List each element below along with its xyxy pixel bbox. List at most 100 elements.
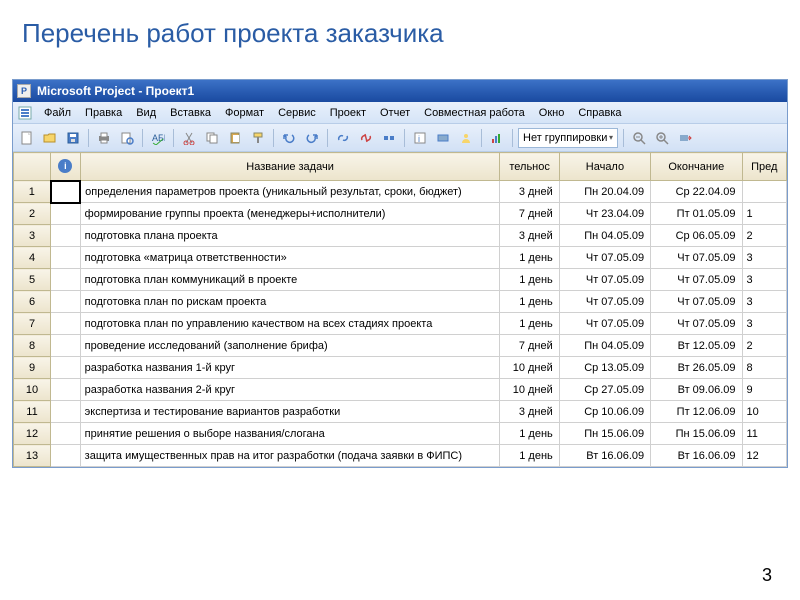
cell-start[interactable]: Пн 15.06.09 (559, 423, 650, 445)
cell-end[interactable]: Чт 07.05.09 (651, 313, 742, 335)
table-row[interactable]: 2 формирование группы проекта (менеджеры+… (14, 203, 787, 225)
print-icon[interactable] (94, 128, 114, 148)
menu-insert[interactable]: Вставка (163, 105, 218, 121)
cell-name[interactable]: подготовка план коммуникаций в проекте (80, 269, 500, 291)
col-header-end[interactable]: Окончание (651, 153, 742, 181)
table-row[interactable]: 3 подготовка плана проекта3 днейПн 04.05.… (14, 225, 787, 247)
cell-start[interactable]: Пн 20.04.09 (559, 181, 650, 203)
unlink-icon[interactable] (356, 128, 376, 148)
cell-pred[interactable]: 1 (742, 203, 787, 225)
task-grid[interactable]: i Название задачи тельнос Начало Окончан… (13, 152, 787, 467)
cell-name[interactable]: подготовка «матрица ответственности» (80, 247, 500, 269)
cell-name[interactable]: разработка названия 1-й круг (80, 357, 500, 379)
table-row[interactable]: 6подготовка план по рискам проекта1 день… (14, 291, 787, 313)
cell-name[interactable]: подготовка план по рискам проекта (80, 291, 500, 313)
resource-icon[interactable] (456, 128, 476, 148)
row-number[interactable]: 12 (14, 423, 51, 445)
cell-duration[interactable]: 1 день (500, 269, 559, 291)
cell-start[interactable]: Чт 07.05.09 (559, 291, 650, 313)
goto-task-icon[interactable] (675, 128, 695, 148)
cell-start[interactable]: Чт 07.05.09 (559, 313, 650, 335)
cell-end[interactable]: Чт 07.05.09 (651, 291, 742, 313)
undo-icon[interactable] (279, 128, 299, 148)
cell-pred[interactable]: 3 (742, 313, 787, 335)
cell-name[interactable]: экспертиза и тестирование вариантов разр… (80, 401, 500, 423)
row-number[interactable]: 8 (14, 335, 51, 357)
cell-pred[interactable]: 9 (742, 379, 787, 401)
row-number[interactable]: 10 (14, 379, 51, 401)
cell-end[interactable]: Вт 12.05.09 (651, 335, 742, 357)
col-header-duration[interactable]: тельнос (500, 153, 559, 181)
cell-info[interactable] (51, 291, 81, 313)
cell-name[interactable]: защита имущественных прав на итог разраб… (80, 445, 500, 467)
table-row[interactable]: 13 защита имущественных прав на итог разр… (14, 445, 787, 467)
cell-end[interactable]: Пн 15.06.09 (651, 423, 742, 445)
grouping-dropdown[interactable]: Нет группировки ▾ (518, 128, 618, 148)
menu-window[interactable]: Окно (532, 105, 572, 121)
cell-start[interactable]: Пн 04.05.09 (559, 225, 650, 247)
cell-info[interactable] (51, 225, 81, 247)
cell-name[interactable]: проведение исследований (заполнение бриф… (80, 335, 500, 357)
print-preview-icon[interactable] (117, 128, 137, 148)
cell-start[interactable]: Чт 23.04.09 (559, 203, 650, 225)
col-header-rownum[interactable] (14, 153, 51, 181)
cell-name[interactable]: разработка названия 2-й круг (80, 379, 500, 401)
cell-name[interactable]: подготовка плана проекта (80, 225, 500, 247)
row-number[interactable]: 6 (14, 291, 51, 313)
cell-start[interactable]: Чт 07.05.09 (559, 247, 650, 269)
col-header-pred[interactable]: Пред (742, 153, 787, 181)
cell-duration[interactable]: 3 дней (500, 225, 559, 247)
cell-duration[interactable]: 7 дней (500, 203, 559, 225)
cell-pred[interactable]: 3 (742, 247, 787, 269)
new-icon[interactable] (17, 128, 37, 148)
cell-pred[interactable]: 2 (742, 335, 787, 357)
row-number[interactable]: 13 (14, 445, 51, 467)
cell-start[interactable]: Вт 16.06.09 (559, 445, 650, 467)
cell-info[interactable] (51, 379, 81, 401)
cell-name[interactable]: формирование группы проекта (менеджеры+и… (80, 203, 500, 225)
system-menu-icon[interactable] (17, 105, 33, 121)
cell-end[interactable]: Чт 07.05.09 (651, 247, 742, 269)
row-number[interactable]: 1 (14, 181, 51, 203)
cell-start[interactable]: Ср 27.05.09 (559, 379, 650, 401)
menu-help[interactable]: Справка (571, 105, 628, 121)
cell-pred[interactable]: 10 (742, 401, 787, 423)
table-row[interactable]: 8 проведение исследований (заполнение бри… (14, 335, 787, 357)
cell-name[interactable]: определения параметров проекта (уникальн… (80, 181, 500, 203)
row-number[interactable]: 3 (14, 225, 51, 247)
cell-start[interactable]: Пн 04.05.09 (559, 335, 650, 357)
menu-format[interactable]: Формат (218, 105, 271, 121)
format-painter-icon[interactable] (248, 128, 268, 148)
cell-pred[interactable]: 11 (742, 423, 787, 445)
menu-tools[interactable]: Сервис (271, 105, 323, 121)
cell-duration[interactable]: 3 дней (500, 181, 559, 203)
cell-info[interactable] (51, 247, 81, 269)
paste-icon[interactable] (225, 128, 245, 148)
cell-pred[interactable] (742, 181, 787, 203)
cell-pred[interactable]: 2 (742, 225, 787, 247)
cell-info[interactable] (51, 423, 81, 445)
cell-pred[interactable]: 3 (742, 291, 787, 313)
cell-duration[interactable]: 7 дней (500, 335, 559, 357)
cell-name[interactable]: принятие решения о выборе названия/слога… (80, 423, 500, 445)
cell-pred[interactable]: 8 (742, 357, 787, 379)
row-number[interactable]: 5 (14, 269, 51, 291)
col-header-info[interactable]: i (51, 153, 81, 181)
cell-end[interactable]: Ср 22.04.09 (651, 181, 742, 203)
open-icon[interactable] (40, 128, 60, 148)
cell-end[interactable]: Пт 01.05.09 (651, 203, 742, 225)
menu-view[interactable]: Вид (129, 105, 163, 121)
cell-duration[interactable]: 1 день (500, 247, 559, 269)
cell-duration[interactable]: 1 день (500, 445, 559, 467)
row-number[interactable]: 2 (14, 203, 51, 225)
cell-info[interactable] (51, 401, 81, 423)
table-row[interactable]: 1 определения параметров проекта (уникаль… (14, 181, 787, 203)
redo-icon[interactable] (302, 128, 322, 148)
cell-info[interactable] (51, 445, 81, 467)
cell-info[interactable] (51, 335, 81, 357)
table-row[interactable]: 5 подготовка план коммуникаций в проекте1… (14, 269, 787, 291)
cell-pred[interactable]: 12 (742, 445, 787, 467)
cut-icon[interactable] (179, 128, 199, 148)
cell-duration[interactable]: 10 дней (500, 379, 559, 401)
cell-start[interactable]: Ср 13.05.09 (559, 357, 650, 379)
